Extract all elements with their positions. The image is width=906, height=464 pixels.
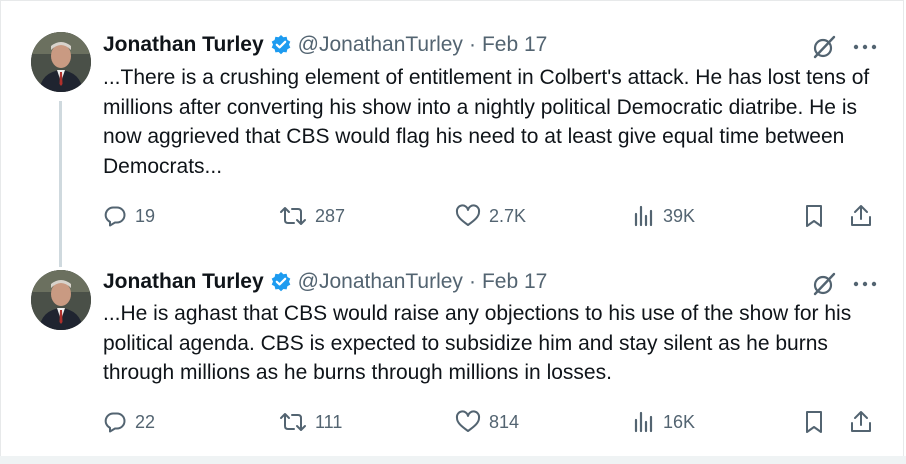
like-button[interactable]: 814: [455, 407, 519, 437]
tweet-header: Jonathan Turley @JonathanTurley · Feb 17: [103, 30, 547, 60]
reply-count: 22: [135, 411, 156, 432]
like-count: 2.7K: [489, 205, 527, 226]
reply-button[interactable]: 19: [103, 201, 155, 231]
bottom-divider: [0, 456, 906, 464]
tweet-date[interactable]: Feb 17: [482, 270, 547, 294]
author-handle[interactable]: @JonathanTurley: [298, 33, 463, 57]
tweet[interactable]: Jonathan Turley @JonathanTurley · Feb 17: [1, 253, 906, 457]
like-button[interactable]: 2.7K: [455, 201, 526, 231]
repost-icon: [279, 410, 307, 434]
share-icon: [849, 203, 873, 229]
tweet-actions: 22 111 814 16K: [103, 407, 877, 437]
bookmark-button[interactable]: [803, 407, 825, 437]
bookmark-icon: [803, 409, 825, 435]
tweet-date[interactable]: Feb 17: [482, 33, 547, 57]
grok-icon[interactable]: [811, 271, 837, 297]
reply-button[interactable]: 22: [103, 407, 155, 437]
repost-count: 111: [315, 411, 343, 432]
reply-icon: [103, 204, 127, 228]
reply-icon: [103, 410, 127, 434]
verified-badge-icon: [270, 34, 292, 56]
like-icon: [455, 410, 481, 434]
reply-count: 19: [135, 205, 156, 226]
views-button[interactable]: 39K: [633, 201, 695, 231]
tweet-top-actions: [811, 32, 877, 62]
bookmark-icon: [803, 203, 825, 229]
share-button[interactable]: [849, 407, 873, 437]
share-button[interactable]: [849, 201, 873, 231]
repost-icon: [279, 204, 307, 228]
more-icon[interactable]: [853, 43, 877, 51]
views-icon: [633, 204, 655, 228]
author-name[interactable]: Jonathan Turley: [103, 33, 264, 57]
separator-dot: ·: [468, 270, 476, 293]
tweet[interactable]: Jonathan Turley @JonathanTurley · Feb 17: [1, 1, 906, 267]
views-button[interactable]: 16K: [633, 407, 695, 437]
separator-dot: ·: [468, 33, 476, 56]
tweet-actions: 19 287 2.7K 39K: [103, 201, 877, 231]
grok-icon[interactable]: [811, 34, 837, 60]
author-handle[interactable]: @JonathanTurley: [298, 270, 463, 294]
bookmark-button[interactable]: [803, 201, 825, 231]
author-name[interactable]: Jonathan Turley: [103, 270, 264, 294]
views-count: 39K: [663, 205, 696, 226]
repost-button[interactable]: 287: [279, 201, 345, 231]
repost-count: 287: [315, 205, 346, 226]
tweet-text: ...He is aghast that CBS would raise any…: [103, 302, 852, 384]
avatar[interactable]: [31, 270, 91, 330]
like-icon: [455, 204, 481, 228]
like-count: 814: [489, 411, 520, 432]
repost-button[interactable]: 111: [279, 407, 342, 437]
views-count: 16K: [663, 411, 696, 432]
share-icon: [849, 409, 873, 435]
thread-connector: [59, 101, 62, 267]
views-icon: [633, 410, 655, 434]
more-icon[interactable]: [853, 280, 877, 288]
tweet-header: Jonathan Turley @JonathanTurley · Feb 17: [103, 267, 547, 297]
tweet-thread: Jonathan Turley @JonathanTurley · Feb 17: [0, 0, 904, 462]
tweet-top-actions: [811, 269, 877, 299]
verified-badge-icon: [270, 271, 292, 293]
avatar[interactable]: [31, 32, 91, 92]
tweet-text: ...There is a crushing element of entitl…: [103, 66, 870, 178]
